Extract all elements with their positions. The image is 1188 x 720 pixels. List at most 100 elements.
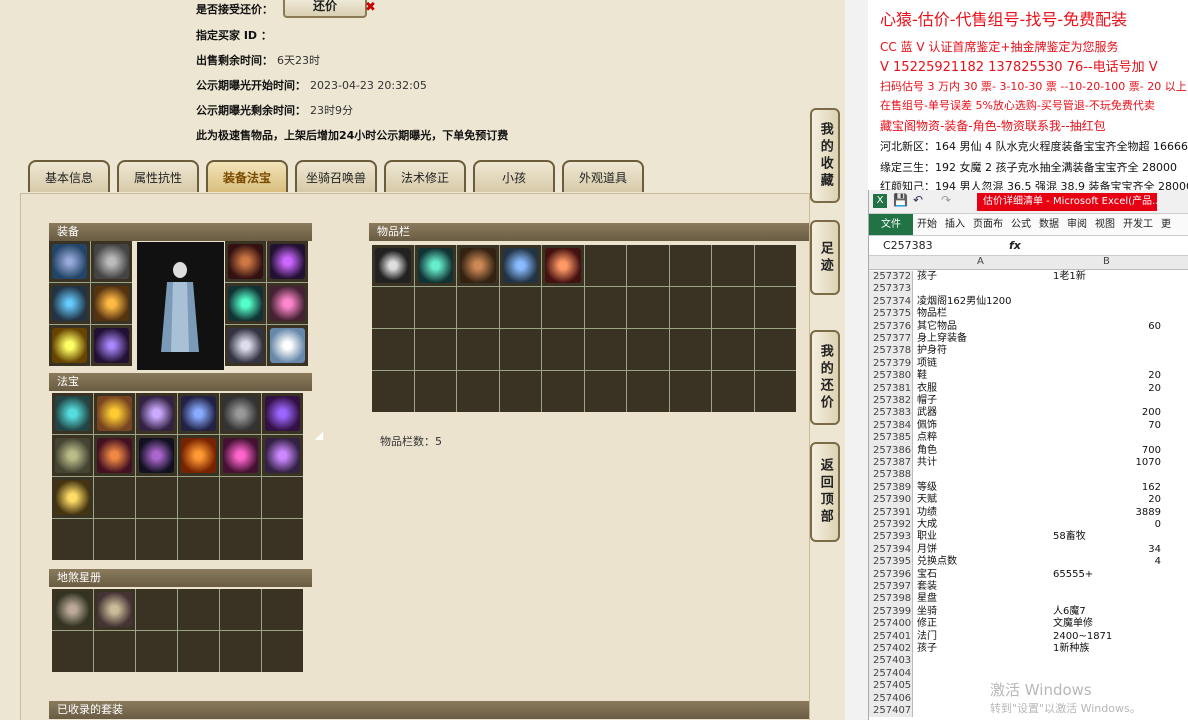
fabao-slot[interactable] [52,477,93,518]
inventory-slot[interactable] [584,287,626,328]
cell-b[interactable]: 60 [1051,321,1161,333]
table-row[interactable]: 257394 月饼 34 [869,543,1188,557]
table-row[interactable]: 257384 佩饰 70 [869,419,1188,433]
fabao-slot[interactable] [220,519,261,560]
cell-a[interactable]: 天赋 [917,494,937,506]
ribbon-tab-review[interactable]: 审阅 [1063,214,1091,235]
equip-slot[interactable] [225,241,266,282]
ribbon-tab-layout[interactable]: 页面布 [969,214,1007,235]
inventory-slot[interactable] [669,371,711,412]
cell-b[interactable]: 文魔单修 [1053,618,1093,630]
cell-a[interactable]: 佩饰 [917,420,937,432]
table-row[interactable]: 257399 坐骑 人6魔7 [869,605,1188,619]
cell-b[interactable]: 4 [1051,556,1161,568]
cell-a[interactable]: 物品栏 [917,308,947,320]
cell-a[interactable]: 大成 [917,519,937,531]
inventory-slot[interactable] [372,245,414,286]
cell-a[interactable]: 功绩 [917,507,937,519]
fabao-slot[interactable] [136,393,177,434]
inventory-slot[interactable] [669,245,711,286]
table-row[interactable]: 257377 身上穿装备 [869,333,1188,346]
cell-a[interactable]: 兑换点数 [917,556,957,568]
inventory-slot[interactable] [414,329,456,370]
inventory-slot[interactable] [584,329,626,370]
inventory-slot[interactable] [712,287,754,328]
fabao-slot[interactable] [178,393,219,434]
cell-b[interactable]: 3889 [1051,507,1161,519]
fabao-slot[interactable] [94,477,135,518]
inventory-slot[interactable] [712,329,754,370]
cell-a[interactable]: 帽子 [917,395,937,407]
my-counter-offers-button[interactable]: 我的还价 [810,330,840,425]
fabao-slot[interactable] [94,519,135,560]
ribbon-tab-data[interactable]: 数据 [1035,214,1063,235]
cell-a[interactable]: 月饼 [917,544,937,556]
cell-b[interactable]: 1老1新 [1053,271,1086,283]
fabao-slot[interactable] [220,435,261,476]
tab-equipment[interactable]: 装备法宝 [206,160,288,192]
inventory-slot[interactable] [669,329,711,370]
equip-slot[interactable] [49,325,90,366]
counter-offer-button[interactable]: 还价 [283,0,367,18]
cell-a[interactable]: 项链 [917,358,937,370]
inventory-slot[interactable] [627,329,669,370]
tab-appearance[interactable]: 外观道具 [562,160,644,192]
fabao-slot[interactable] [52,393,93,434]
inventory-slot[interactable] [712,371,754,412]
equip-slot[interactable] [267,283,308,324]
table-row[interactable]: 257383 武器 200 [869,407,1188,420]
cell-a[interactable]: 宝石 [917,569,937,581]
dishaxing-slot[interactable] [94,631,135,672]
cell-a[interactable]: 点粹 [917,432,937,444]
inventory-slot[interactable] [499,245,541,286]
table-row[interactable]: 257378 护身符 [869,345,1188,358]
close-icon[interactable]: ✖ [365,0,376,15]
cell-a[interactable]: 修正 [917,618,937,630]
dishaxing-slot[interactable] [136,631,177,672]
fabao-slot[interactable] [262,435,303,476]
equip-slot[interactable] [49,283,90,324]
inventory-slot[interactable] [372,329,414,370]
fabao-slot[interactable] [178,477,219,518]
equip-slot[interactable] [267,325,308,366]
ribbon-tab-home[interactable]: 开始 [913,214,941,235]
inventory-slot[interactable] [542,245,584,286]
ribbon-tab-developer[interactable]: 开发工 [1119,214,1157,235]
redo-icon[interactable]: ↷ [941,193,951,207]
dishaxing-slot[interactable] [94,589,135,630]
inventory-slot[interactable] [754,245,796,286]
table-row[interactable]: 257403 [869,655,1188,668]
inventory-slot[interactable] [542,287,584,328]
dishaxing-slot[interactable] [220,589,261,630]
table-row[interactable]: 257395 兑换点数 4 [869,556,1188,569]
inventory-slot[interactable] [627,287,669,328]
dishaxing-slot[interactable] [220,631,261,672]
cell-a[interactable]: 角色 [917,445,937,457]
inventory-slot[interactable] [627,371,669,412]
ribbon-tab-insert[interactable]: 插入 [941,214,969,235]
fabao-slot[interactable] [262,477,303,518]
fabao-slot[interactable] [52,435,93,476]
tab-mounts[interactable]: 坐骑召唤兽 [295,160,377,192]
cell-a[interactable]: 其它物品 [917,321,957,333]
table-row[interactable]: 257390 天赋 20 [869,494,1188,507]
my-favorites-button[interactable]: 我的收藏 [810,108,840,203]
inventory-slot[interactable] [584,371,626,412]
cell-a[interactable]: 身上穿装备 [917,333,967,345]
tab-attributes[interactable]: 属性抗性 [117,160,199,192]
cell-b[interactable]: 58畜牧 [1053,531,1086,543]
inventory-slot[interactable] [542,329,584,370]
ribbon-tab-formulas[interactable]: 公式 [1007,214,1035,235]
equip-slot[interactable] [91,283,132,324]
cell-b[interactable]: 70 [1051,420,1161,432]
dishaxing-slot[interactable] [262,589,303,630]
cell-a[interactable]: 套装 [917,581,937,593]
dishaxing-slot[interactable] [52,589,93,630]
name-box[interactable]: C257383 [883,236,933,256]
cell-a[interactable]: 等级 [917,482,937,494]
fabao-slot[interactable] [220,477,261,518]
table-row[interactable]: 257381 衣服 20 [869,382,1188,395]
cell-b[interactable]: 65555+ [1053,569,1093,581]
cell-b[interactable]: 1070 [1051,457,1161,469]
cell-b[interactable]: 20 [1051,494,1161,506]
